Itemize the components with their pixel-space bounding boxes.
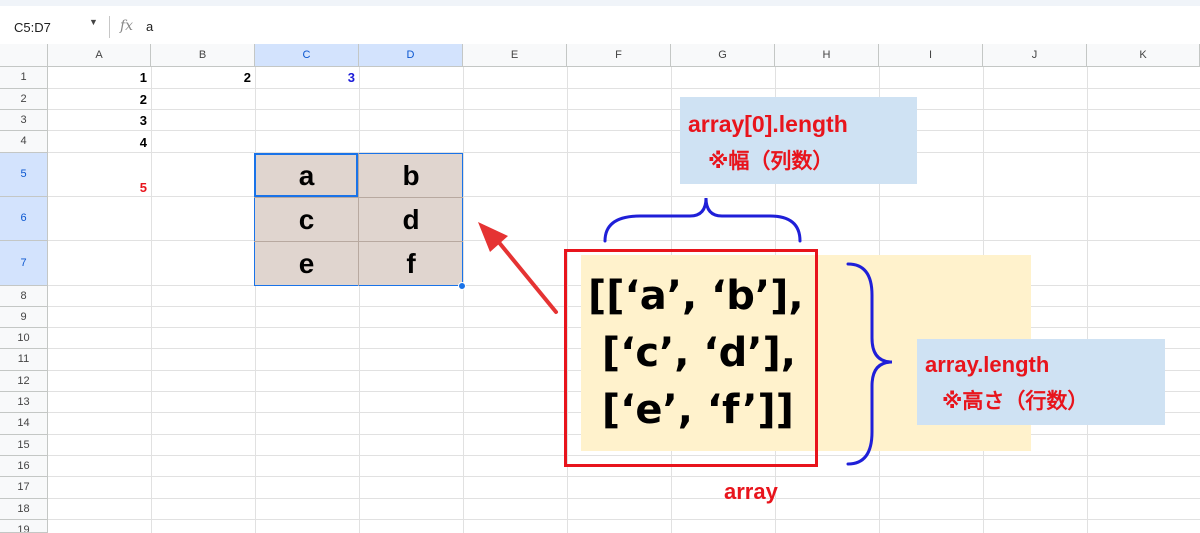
horizontal-brace [603,197,802,243]
pointer-arrow [495,238,558,314]
annotation-overlay [478,197,893,466]
vertical-brace [846,262,893,466]
